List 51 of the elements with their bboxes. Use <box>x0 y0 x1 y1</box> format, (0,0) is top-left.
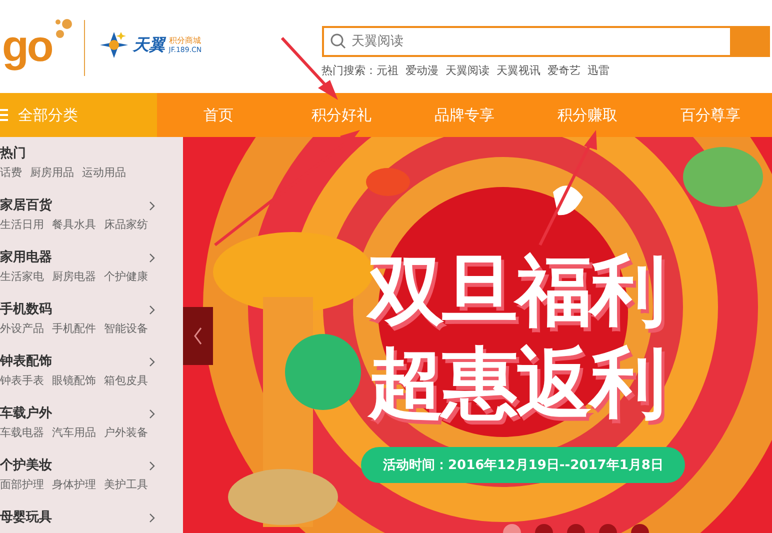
category-link[interactable]: 个护健康 <box>104 269 148 284</box>
category-link[interactable]: 眼镜配饰 <box>52 373 96 388</box>
category-title[interactable]: 母婴玩具 <box>0 507 155 529</box>
previous-slide-button[interactable] <box>183 307 213 365</box>
category-title[interactable]: 车载户外 <box>0 403 155 425</box>
partner-logo-text: 天翼 <box>132 36 165 56</box>
category-link[interactable]: 车载电器 <box>0 425 44 440</box>
nav-tab[interactable]: 首页 <box>157 93 280 137</box>
category-link[interactable]: 智能设备 <box>104 321 148 336</box>
nav-tab[interactable]: 积分好礼 <box>280 93 403 137</box>
category-link[interactable]: 身体护理 <box>52 477 96 492</box>
hot-search-label: 热门搜索： <box>322 63 377 78</box>
category-title[interactable]: 家用电器 <box>0 247 155 269</box>
category-link[interactable]: 床品家纺 <box>104 217 148 232</box>
search-icon <box>330 33 346 49</box>
promo-date-label: 活动时间：2016年12月19日--2017年1月8日 <box>361 447 686 483</box>
nav-tab[interactable]: 百分尊享 <box>649 93 772 137</box>
category-link[interactable]: 运动用品 <box>82 165 126 180</box>
category-link[interactable]: 户外装备 <box>104 425 148 440</box>
nav-tab[interactable]: 品牌专享 <box>403 93 526 137</box>
hot-search-link[interactable]: 爱动漫 <box>406 63 439 78</box>
hot-search-link[interactable]: 天翼阅读 <box>446 63 490 78</box>
category-link[interactable]: 箱包皮具 <box>104 373 148 388</box>
search-field[interactable]: 天翼阅读 <box>322 26 730 57</box>
hot-search-link[interactable]: 迅雷 <box>588 63 610 78</box>
category-link[interactable]: 厨房用品 <box>30 165 74 180</box>
hot-search-link[interactable]: 天翼视讯 <box>496 63 541 78</box>
star-logo-icon <box>98 30 129 60</box>
search-button[interactable] <box>730 26 770 57</box>
category-link[interactable]: 面部护理 <box>0 477 44 492</box>
category-title[interactable]: 手机数码 <box>0 299 155 321</box>
category-link[interactable]: 生活日用 <box>0 217 44 232</box>
category-title[interactable]: 家居百货 <box>0 195 155 217</box>
partner-tagline: 积分商城 <box>168 36 202 46</box>
category-title[interactable]: 热门 <box>0 143 155 165</box>
site-logo[interactable]: go <box>2 22 52 72</box>
category-link[interactable]: 钟表手表 <box>0 373 44 388</box>
category-link[interactable]: 外设产品 <box>0 321 44 336</box>
hot-search-link[interactable]: 元祖 <box>376 63 399 78</box>
category-link[interactable]: 汽车用品 <box>52 425 96 440</box>
category-title[interactable]: 个护美妆 <box>0 455 155 477</box>
nav-tab[interactable]: 积分赚取 <box>526 93 649 137</box>
chevron-left-icon <box>193 327 203 345</box>
hot-search-link[interactable]: 爱奇艺 <box>548 63 581 78</box>
category-link[interactable]: 厨房电器 <box>52 269 96 284</box>
category-link[interactable]: 美护工具 <box>104 477 148 492</box>
category-link[interactable]: 餐具水具 <box>52 217 96 232</box>
menu-icon <box>0 108 8 122</box>
category-link[interactable]: 手机配件 <box>52 321 96 336</box>
category-link[interactable]: 生活家电 <box>0 269 44 284</box>
category-link[interactable]: 话费 <box>0 165 22 180</box>
